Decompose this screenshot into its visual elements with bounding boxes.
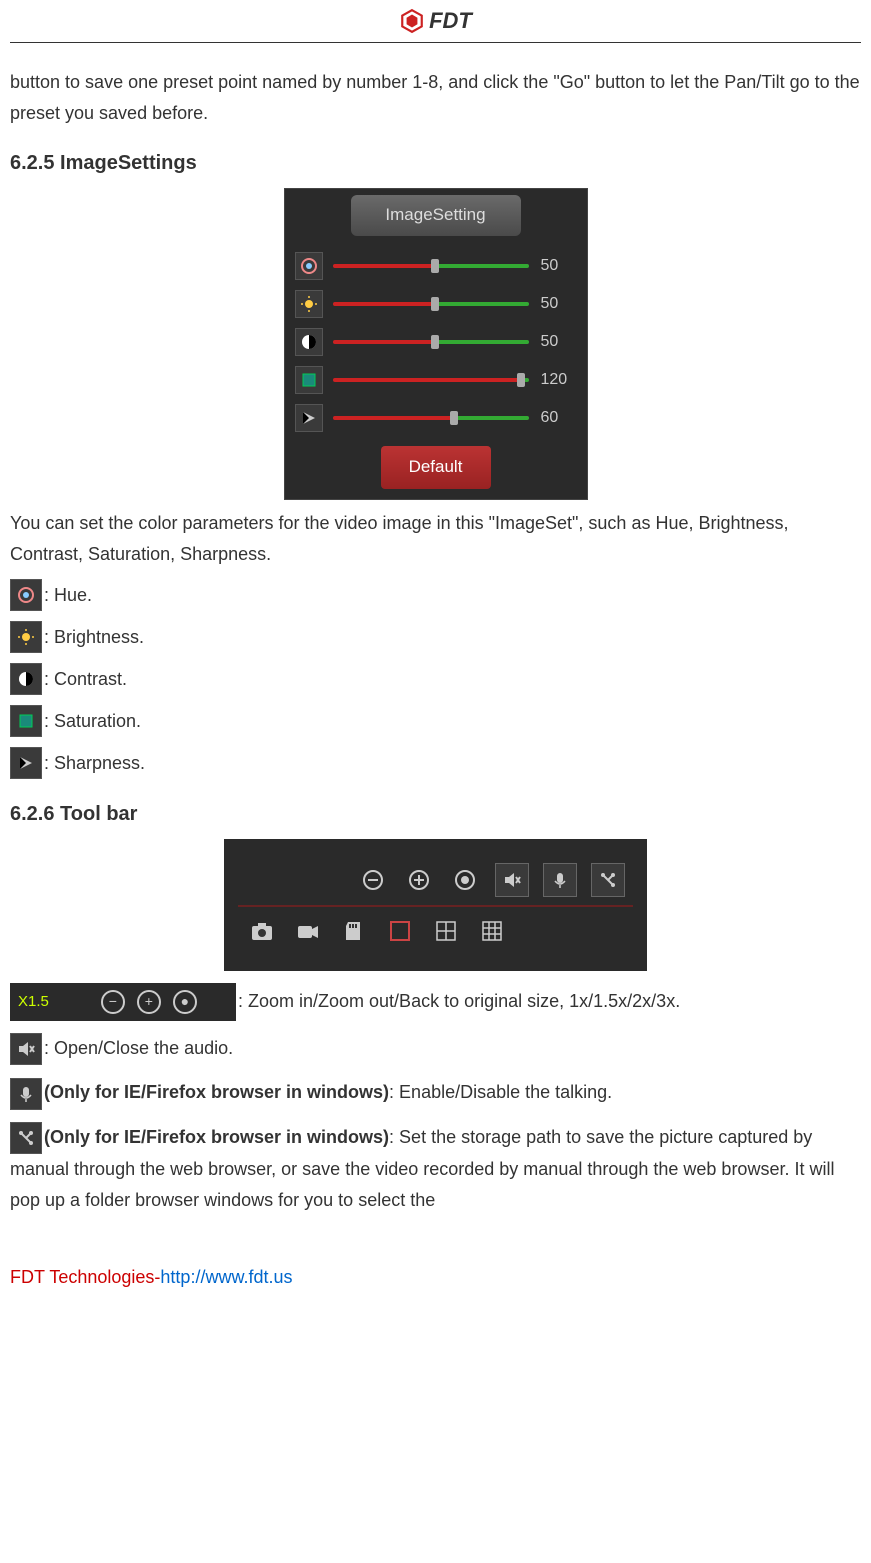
zoom-out-icon[interactable] xyxy=(357,864,389,896)
sharpness-label: : Sharpness. xyxy=(44,748,145,779)
slider-saturation: 120 xyxy=(291,364,581,396)
talk-description-row: (Only for IE/Firefox browser in windows)… xyxy=(10,1077,861,1109)
toolbar-panel xyxy=(224,839,647,971)
camera-snapshot-icon[interactable] xyxy=(246,915,278,947)
default-button[interactable]: Default xyxy=(381,446,491,489)
contrast-label-row: : Contrast. xyxy=(10,663,861,695)
zoom-in-icon[interactable] xyxy=(403,864,435,896)
page-header: FDT xyxy=(10,0,861,43)
layout-single-icon[interactable] xyxy=(384,915,416,947)
microphone-icon xyxy=(10,1078,42,1110)
toolbar-row-top xyxy=(238,863,633,897)
hue-label-row: : Hue. xyxy=(10,579,861,611)
slider-track[interactable] xyxy=(333,340,529,344)
page-content: button to save one preset point named by… xyxy=(0,43,871,1247)
storage-description-row: (Only for IE/Firefox browser in windows)… xyxy=(10,1122,861,1215)
brightness-icon xyxy=(10,621,42,653)
logo: FDT xyxy=(399,8,472,34)
slider-brightness: 50 xyxy=(291,288,581,320)
slider-track[interactable] xyxy=(333,302,529,306)
zoom-description-row: X1.5 − + ● : Zoom in/Zoom out/Back to or… xyxy=(10,983,861,1021)
settings-tools-icon[interactable] xyxy=(591,863,625,897)
zoom-reset-icon[interactable]: ● xyxy=(173,990,197,1014)
zoom-control: X1.5 − + ● xyxy=(10,983,236,1021)
hue-label: : Hue. xyxy=(44,580,92,611)
saturation-label-row: : Saturation. xyxy=(10,705,861,737)
sharpness-icon xyxy=(295,404,323,432)
zoom-out-icon[interactable]: − xyxy=(101,990,125,1014)
section-title-625: 6.2.5 ImageSettings xyxy=(10,146,861,180)
slider-hue: 50 xyxy=(291,250,581,282)
toolbar-row-bottom xyxy=(238,915,633,947)
layout-quad-icon[interactable] xyxy=(430,915,462,947)
slider-value: 50 xyxy=(541,328,577,355)
slider-track[interactable] xyxy=(333,264,529,268)
audio-mute-icon[interactable] xyxy=(495,863,529,897)
brightness-label-row: : Brightness. xyxy=(10,621,861,653)
footer-url: http://www.fdt.us xyxy=(160,1267,292,1287)
contrast-label: : Contrast. xyxy=(44,664,127,695)
logo-icon xyxy=(399,8,425,34)
logo-text: FDT xyxy=(429,8,472,34)
slider-value: 60 xyxy=(541,404,577,431)
settings-tools-icon xyxy=(10,1122,42,1154)
talk-description: : Enable/Disable the talking. xyxy=(389,1082,612,1102)
microphone-icon[interactable] xyxy=(543,863,577,897)
footer-company: FDT Technologies- xyxy=(10,1267,160,1287)
brightness-icon xyxy=(295,290,323,318)
slider-value: 50 xyxy=(541,290,577,317)
saturation-label: : Saturation. xyxy=(44,706,141,737)
intro-paragraph: button to save one preset point named by… xyxy=(10,67,861,128)
sharpness-label-row: : Sharpness. xyxy=(10,747,861,779)
slider-value: 120 xyxy=(541,366,577,393)
page-footer: FDT Technologies-http://www.fdt.us xyxy=(0,1247,871,1300)
slider-track[interactable] xyxy=(333,378,529,382)
audio-description-row: : Open/Close the audio. xyxy=(10,1033,861,1065)
slider-track[interactable] xyxy=(333,416,529,420)
talk-bold: (Only for IE/Firefox browser in windows) xyxy=(44,1082,389,1102)
slider-value: 50 xyxy=(541,252,577,279)
audio-description: : Open/Close the audio. xyxy=(44,1038,233,1058)
section-title-626: 6.2.6 Tool bar xyxy=(10,797,861,831)
audio-mute-icon xyxy=(10,1033,42,1065)
storage-bold: (Only for IE/Firefox browser in windows) xyxy=(44,1127,389,1147)
toolbar-divider xyxy=(238,905,633,907)
contrast-icon xyxy=(295,328,323,356)
saturation-icon xyxy=(295,366,323,394)
zoom-description: : Zoom in/Zoom out/Back to original size… xyxy=(238,991,680,1011)
contrast-icon xyxy=(10,663,42,695)
zoom-in-icon[interactable]: + xyxy=(137,990,161,1014)
image-settings-panel: ImageSetting 50 50 50 xyxy=(284,188,588,500)
hue-icon xyxy=(10,579,42,611)
slider-contrast: 50 xyxy=(291,326,581,358)
hue-icon xyxy=(295,252,323,280)
video-record-icon[interactable] xyxy=(292,915,324,947)
sharpness-icon xyxy=(10,747,42,779)
zoom-reset-icon[interactable] xyxy=(449,864,481,896)
layout-nine-icon[interactable] xyxy=(476,915,508,947)
saturation-icon xyxy=(10,705,42,737)
brightness-label: : Brightness. xyxy=(44,622,144,653)
image-setting-tab[interactable]: ImageSetting xyxy=(351,195,521,236)
slider-sharpness: 60 xyxy=(291,402,581,434)
imageset-description: You can set the color parameters for the… xyxy=(10,508,861,569)
zoom-level: X1.5 xyxy=(18,989,49,1015)
sd-card-icon[interactable] xyxy=(338,915,370,947)
